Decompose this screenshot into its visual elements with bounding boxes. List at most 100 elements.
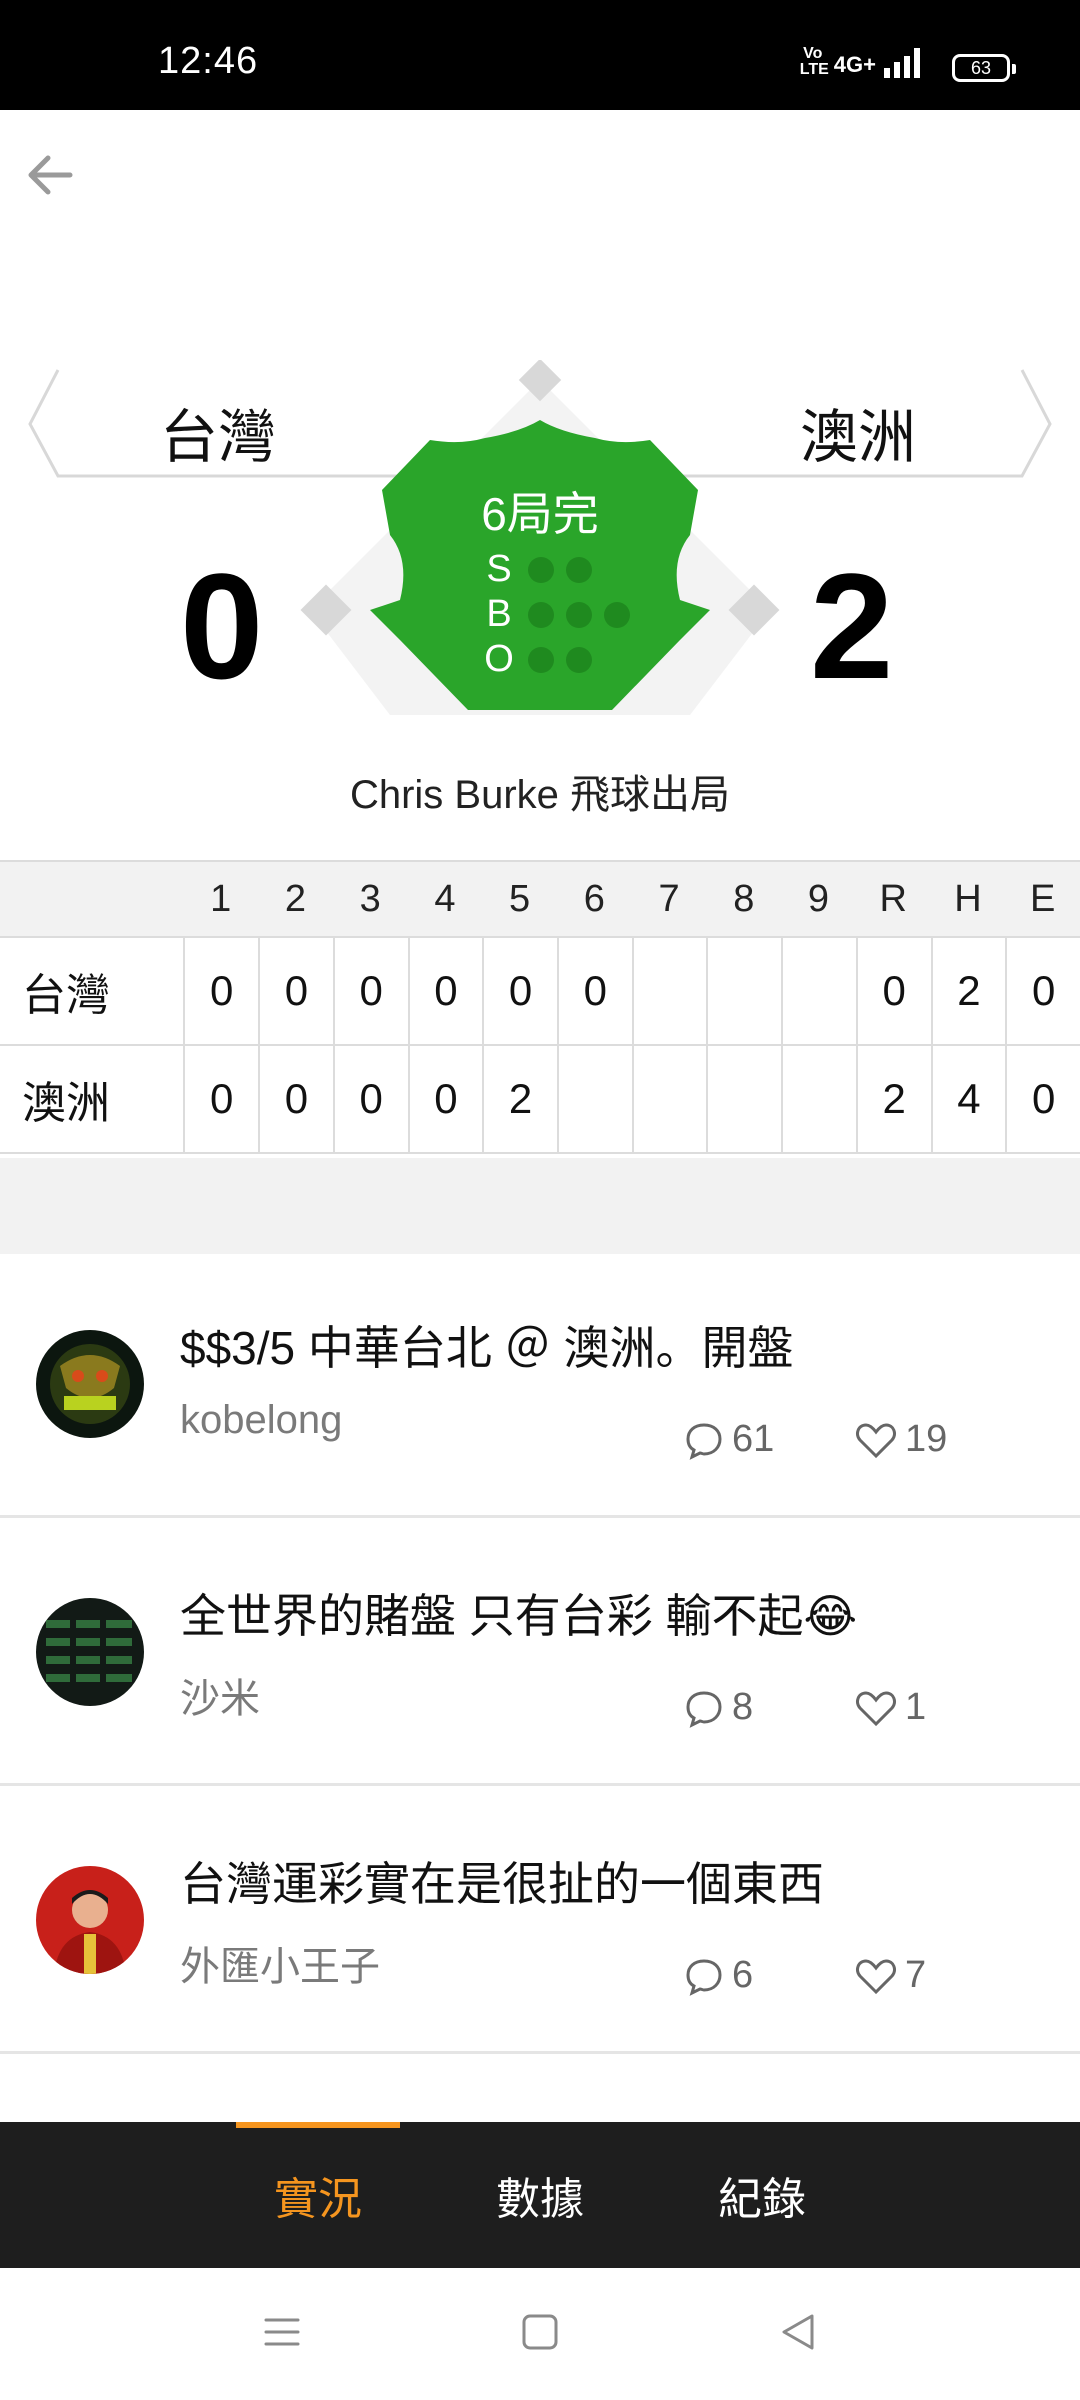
bottom-tab-bar: 實況 數據 紀錄 [0, 2122, 1080, 2268]
system-nav-bar [0, 2268, 1080, 2400]
errors-cell: 0 [1005, 1046, 1080, 1152]
linescore-header: 1 2 3 4 5 6 7 8 9 R H E [0, 860, 1080, 938]
post-author[interactable]: 外匯小王子 [180, 1934, 380, 1992]
away-score: 2 [810, 542, 894, 710]
score-cell: 0 [183, 1046, 258, 1152]
baseball-diamond: 6局完 S B O [290, 358, 790, 720]
inning-header: 3 [359, 877, 381, 920]
score-cell: 0 [407, 1046, 483, 1152]
row-team-name: 台灣 [22, 971, 110, 1020]
network-type: 4G+ [833, 52, 876, 77]
comment-icon [686, 1690, 722, 1728]
out-count: O [482, 638, 592, 681]
away-team-name: 澳洲 [800, 405, 917, 470]
comment-count[interactable]: 6 [684, 1954, 753, 1997]
post-title[interactable]: 台灣運彩實在是很扯的一個東西 [180, 1848, 824, 1914]
table-row: 澳洲 0 0 0 0 2 2 4 0 [0, 1046, 1080, 1154]
post-title[interactable]: 全世界的賭盤 只有台彩 輸不起😂 [180, 1580, 857, 1646]
inning-header: 2 [284, 877, 307, 920]
inning-header: 7 [658, 877, 680, 920]
list-item[interactable]: 台灣運彩實在是很扯的一個東西 外匯小王子 6 7 [0, 1786, 1080, 2054]
win-logo-avatar[interactable] [36, 1330, 144, 1438]
heart-icon [856, 1958, 896, 1994]
status-time: 12:46 [158, 40, 259, 82]
post-author[interactable]: kobelong [180, 1398, 342, 1443]
post-author[interactable]: 沙米 [180, 1666, 260, 1724]
inning-status: 6局完 [481, 488, 599, 540]
back-button[interactable] [20, 145, 80, 205]
comment-icon [686, 1958, 722, 1996]
tab-records[interactable]: 紀錄 [680, 2122, 844, 2268]
count-dot [566, 556, 592, 583]
count-dot [604, 601, 630, 628]
table-row: 台灣 0 0 0 0 0 0 0 2 0 [0, 938, 1080, 1046]
score-cell: 0 [556, 938, 632, 1044]
section-divider [0, 1158, 1080, 1254]
runs-header: R [879, 877, 907, 920]
menu-icon[interactable] [262, 2312, 302, 2352]
score-cell [706, 938, 781, 1044]
inning-header: 9 [807, 877, 830, 920]
score-cell [781, 1046, 856, 1152]
score-cell [556, 1046, 632, 1152]
count-dot [566, 601, 592, 628]
last-play-text: Chris Burke 飛球出局 [349, 773, 731, 817]
hits-cell: 2 [930, 938, 1006, 1044]
runs-cell: 2 [855, 1046, 931, 1152]
linescore-table: 1 2 3 4 5 6 7 8 9 R H E 台灣 0 0 0 0 0 0 0… [0, 860, 1080, 1154]
battery-icon: 63 [952, 54, 1016, 82]
post-list: $$3/5 中華台北 ＠ 澳洲。開盤 kobelong 61 19 全世界的賭盤… [0, 1250, 1080, 2054]
odds-table-avatar[interactable] [36, 1598, 144, 1706]
list-item[interactable]: $$3/5 中華台北 ＠ 澳洲。開盤 kobelong 61 19 [0, 1250, 1080, 1518]
inning-header: 1 [210, 877, 232, 920]
row-team-name: 澳洲 [22, 1079, 110, 1128]
like-count[interactable]: 7 [855, 1954, 926, 1997]
inning-header: 5 [509, 877, 531, 920]
count-dot [528, 556, 554, 583]
home-icon[interactable] [520, 2312, 560, 2352]
score-cell: 0 [332, 938, 408, 1044]
score-cell: 0 [482, 938, 557, 1044]
volte-icon: Vo LTE [799, 45, 829, 78]
post-title[interactable]: $$3/5 中華台北 ＠ 澳洲。開盤 [180, 1312, 793, 1378]
inning-header: 6 [583, 877, 605, 920]
status-bar: 12:46 Vo LTE 4G+ 63 [0, 0, 1080, 110]
tab-stats[interactable]: 數據 [458, 2122, 622, 2268]
tab-live[interactable]: 實況 [236, 2122, 400, 2268]
hits-header: H [954, 877, 982, 920]
comment-count[interactable]: 61 [684, 1418, 774, 1461]
comment-count[interactable]: 8 [684, 1686, 753, 1729]
signal-icon [884, 48, 920, 78]
heart-icon [856, 1422, 896, 1458]
heart-icon [856, 1690, 896, 1726]
runs-cell: 0 [855, 938, 931, 1044]
inning-header: 4 [434, 877, 456, 920]
home-team-name: 台灣 [160, 405, 277, 470]
count-dot [528, 601, 554, 628]
count-dot [528, 646, 554, 673]
like-count[interactable]: 1 [855, 1686, 926, 1729]
comment-icon [686, 1422, 722, 1460]
home-score: 0 [180, 542, 264, 710]
errors-cell: 0 [1005, 938, 1080, 1044]
score-cell: 0 [407, 938, 483, 1044]
network-indicator: Vo LTE 4G+ [800, 46, 920, 78]
score-cell [781, 938, 856, 1044]
score-cell: 0 [258, 938, 333, 1044]
score-cell: 2 [482, 1046, 557, 1152]
person-red-avatar[interactable] [36, 1866, 144, 1974]
like-count[interactable]: 19 [855, 1418, 947, 1461]
score-cell [706, 1046, 781, 1152]
score-cell: 0 [183, 938, 258, 1044]
back-nav-icon[interactable] [778, 2312, 818, 2352]
arrow-left-icon [28, 155, 73, 195]
score-cell [631, 1046, 707, 1152]
score-cell: 0 [258, 1046, 333, 1152]
strike-count: S [482, 548, 592, 591]
list-item[interactable]: 全世界的賭盤 只有台彩 輸不起😂 沙米 8 1 [0, 1518, 1080, 1786]
active-tab-indicator [236, 2122, 400, 2128]
score-cell: 0 [332, 1046, 408, 1152]
inning-header: 8 [733, 877, 755, 920]
hits-cell: 4 [930, 1046, 1006, 1152]
ball-count: B [482, 593, 630, 636]
